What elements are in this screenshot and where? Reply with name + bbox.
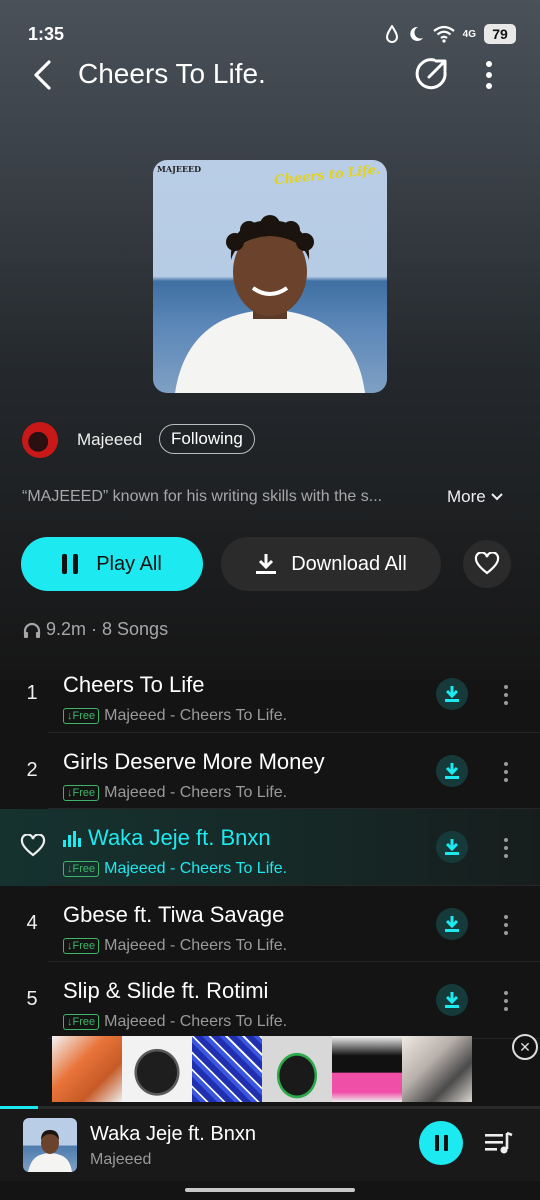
play-all-button[interactable]: Play All bbox=[21, 537, 203, 591]
track-number: 5 bbox=[26, 988, 38, 1010]
track-row-playing[interactable]: Waka Jeje ft. Bnxn ↓ Free Majeeed - Cheer… bbox=[0, 809, 540, 886]
mini-player[interactable]: Waka Jeje ft. Bnxn Majeeed bbox=[0, 1109, 540, 1181]
free-badge: ↓ Free bbox=[63, 784, 100, 801]
following-button[interactable]: Following bbox=[159, 424, 255, 454]
track-row[interactable]: 4 Gbese ft. Tiwa Savage ↓ Free Majeeed - … bbox=[0, 886, 540, 963]
ad-image bbox=[52, 1036, 122, 1102]
ad-image bbox=[192, 1036, 262, 1102]
now-playing-title: Waka Jeje ft. Bnxn bbox=[90, 1123, 256, 1145]
free-badge: ↓ Free bbox=[63, 937, 100, 954]
play-all-label: Play All bbox=[96, 552, 162, 575]
share-icon[interactable] bbox=[412, 54, 452, 94]
track-title: Slip & Slide ft. Rotimi bbox=[63, 978, 269, 1003]
artist-row: Majeeed Following bbox=[22, 420, 522, 460]
album-stats: 9.2m · 8 Songs bbox=[22, 619, 168, 640]
ad-banner[interactable] bbox=[52, 1036, 472, 1102]
track-subtitle: ↓ Free Majeeed - Cheers To Life. bbox=[63, 707, 287, 725]
favorite-album-button[interactable] bbox=[463, 540, 511, 588]
track-more-button[interactable] bbox=[496, 833, 516, 863]
track-number: 1 bbox=[26, 682, 38, 704]
pause-button[interactable] bbox=[419, 1121, 463, 1165]
pause-icon bbox=[62, 554, 79, 574]
track-subtitle: ↓ Free Majeeed - Cheers To Life. bbox=[63, 937, 287, 955]
stats-text: 9.2m · 8 Songs bbox=[46, 619, 169, 639]
more-label: More bbox=[447, 487, 486, 506]
more-description-toggle[interactable]: More bbox=[447, 487, 504, 507]
network-type-label: 4G bbox=[462, 28, 476, 40]
download-icon bbox=[445, 915, 459, 932]
battery-indicator: 79 bbox=[484, 24, 516, 44]
drop-icon bbox=[385, 25, 398, 43]
page-title: Cheers To Life. bbox=[78, 58, 266, 89]
headphones-icon bbox=[23, 622, 41, 638]
track-title: Waka Jeje ft. Bnxn bbox=[88, 825, 271, 850]
ad-image bbox=[402, 1036, 472, 1102]
track-download-button[interactable] bbox=[436, 907, 468, 940]
close-icon[interactable]: ✕ bbox=[512, 1034, 538, 1060]
track-title: Gbese ft. Tiwa Savage bbox=[63, 901, 285, 927]
chevron-down-icon bbox=[491, 493, 503, 501]
artist-avatar[interactable] bbox=[22, 422, 58, 458]
track-title: Girls Deserve More Money bbox=[63, 748, 325, 774]
moon-icon bbox=[409, 26, 423, 41]
cover-portrait-illustration bbox=[28, 1130, 72, 1172]
track-more-button[interactable] bbox=[496, 680, 516, 710]
equalizer-icon bbox=[63, 831, 81, 847]
track-title: Cheers To Life bbox=[63, 672, 205, 697]
track-download-button[interactable] bbox=[436, 831, 468, 863]
track-subtitle: ↓ Free Majeeed - Cheers To Life. bbox=[63, 784, 287, 802]
status-time: 1:35 bbox=[28, 24, 65, 44]
wifi-icon bbox=[432, 25, 455, 43]
album-cover: MAJEEED Cheers to Life. bbox=[153, 160, 387, 393]
track-subtitle: ↓ Free Majeeed - Cheers To Life. bbox=[63, 1013, 287, 1031]
track-more-button[interactable] bbox=[496, 910, 516, 940]
heart-icon bbox=[474, 552, 500, 575]
ad-image bbox=[122, 1036, 192, 1102]
page-header: Cheers To Life. bbox=[0, 50, 540, 100]
free-badge: ↓ Free bbox=[63, 861, 100, 877]
ad-image bbox=[332, 1036, 402, 1102]
ad-image bbox=[262, 1036, 332, 1102]
download-icon bbox=[445, 839, 459, 855]
heart-icon[interactable] bbox=[20, 834, 46, 858]
track-row[interactable]: 2 Girls Deserve More Money ↓ Free Majeeed… bbox=[0, 733, 540, 810]
track-more-button[interactable] bbox=[496, 757, 516, 787]
back-arrow-icon[interactable] bbox=[24, 54, 64, 94]
now-playing-artist: Majeeed bbox=[90, 1151, 152, 1168]
track-number: 4 bbox=[26, 911, 38, 934]
track-download-button[interactable] bbox=[436, 754, 468, 787]
download-icon bbox=[445, 762, 459, 779]
cover-portrait-illustration bbox=[175, 215, 365, 393]
download-all-label: Download All bbox=[291, 552, 407, 575]
track-list: 1 Cheers To Life ↓ Free Majeeed - Cheers … bbox=[0, 656, 540, 1039]
track-row[interactable]: 5 Slip & Slide ft. Rotimi ↓ Free Majeeed … bbox=[0, 962, 540, 1039]
track-number: 2 bbox=[26, 758, 38, 781]
free-badge: ↓ Free bbox=[63, 708, 100, 724]
now-playing-cover[interactable] bbox=[23, 1118, 77, 1172]
track-subtitle: ↓ Free Majeeed - Cheers To Life. bbox=[63, 860, 287, 878]
track-download-button[interactable] bbox=[436, 984, 468, 1016]
track-row[interactable]: 1 Cheers To Life ↓ Free Majeeed - Cheers … bbox=[0, 656, 540, 733]
status-icons: 4G 79 bbox=[385, 24, 516, 44]
album-description: “MAJEEED” known for his writing skills w… bbox=[22, 488, 383, 505]
track-more-button[interactable] bbox=[496, 986, 516, 1016]
download-all-button[interactable]: Download All bbox=[221, 537, 441, 591]
artist-name[interactable]: Majeeed bbox=[77, 430, 142, 450]
home-indicator bbox=[185, 1188, 355, 1192]
download-icon bbox=[445, 686, 459, 702]
free-badge: ↓ Free bbox=[63, 1014, 100, 1030]
download-icon bbox=[256, 554, 277, 574]
more-vertical-icon[interactable] bbox=[474, 54, 504, 94]
download-icon bbox=[445, 992, 459, 1008]
queue-icon[interactable] bbox=[482, 1127, 514, 1159]
track-download-button[interactable] bbox=[436, 678, 468, 710]
